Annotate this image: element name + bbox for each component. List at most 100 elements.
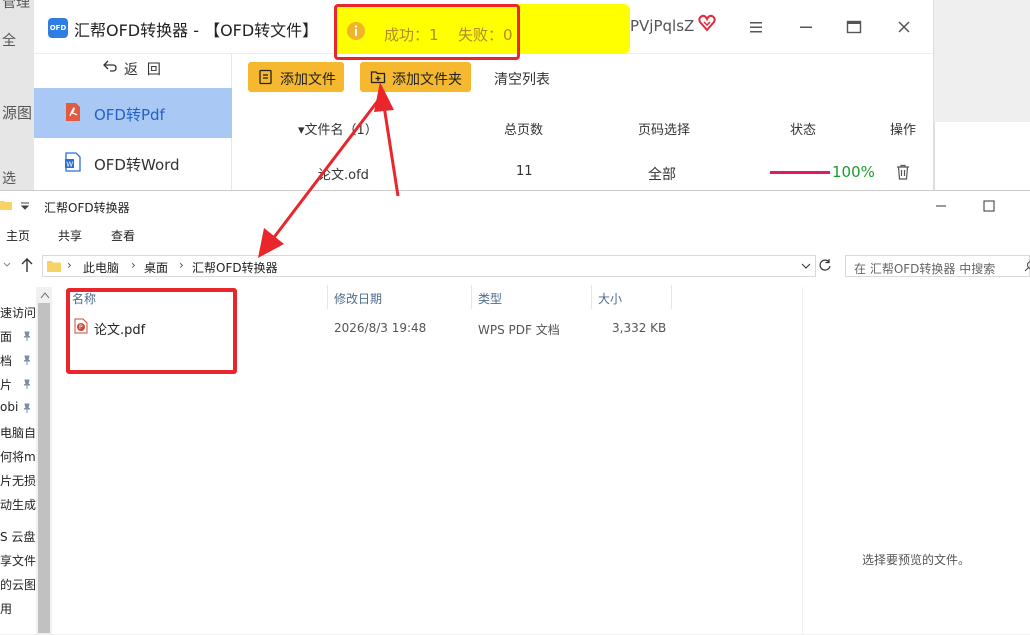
sidebar-item-label: OFD转Word xyxy=(94,154,180,175)
tab-view[interactable]: 查看 xyxy=(111,227,135,244)
explorer-titlebar: 汇帮OFD转换器 xyxy=(0,191,1030,221)
chevron-right-icon: › xyxy=(67,258,72,272)
page-count-cell: 11 xyxy=(516,164,533,179)
column-divider[interactable] xyxy=(327,285,328,309)
file-explorer-window: 汇帮OFD转换器 主页 共享 查看 › 此电脑 › 桌面 › 汇帮OFD转换器 … xyxy=(0,190,1030,634)
back-button[interactable]: 返 回 xyxy=(34,54,232,86)
column-header-page-select: 页码选择 xyxy=(638,119,690,138)
search-icon[interactable] xyxy=(1024,260,1030,272)
minimize-icon[interactable] xyxy=(796,17,816,37)
up-arrow-icon[interactable] xyxy=(20,257,34,273)
column-header-pages: 总页数 xyxy=(504,119,543,138)
column-header-type[interactable]: 类型 xyxy=(478,290,502,307)
chevron-right-icon: › xyxy=(131,258,136,272)
back-label: 返 回 xyxy=(124,59,161,79)
nav-item[interactable]: S 云盘 xyxy=(0,528,35,545)
column-divider[interactable] xyxy=(471,285,472,309)
column-header-status: 状态 xyxy=(790,119,816,138)
bg-text: 全 xyxy=(2,30,16,50)
nav-item[interactable]: 何将m xyxy=(0,448,36,465)
maximize-icon[interactable] xyxy=(844,17,864,37)
preview-placeholder: 选择要预览的文件。 xyxy=(862,551,970,568)
column-header-filename[interactable]: ▾文件名（1） xyxy=(298,119,378,138)
maximize-icon[interactable] xyxy=(982,199,996,213)
quick-access-dropdown-icon[interactable] xyxy=(20,201,30,211)
tab-home[interactable]: 主页 xyxy=(6,227,30,244)
chevron-down-icon[interactable] xyxy=(801,261,811,271)
breadcrumb-desktop[interactable]: 桌面 xyxy=(144,259,168,276)
explorer-title: 汇帮OFD转换器 xyxy=(44,199,130,216)
add-folder-icon xyxy=(370,69,386,85)
column-header-size[interactable]: 大小 xyxy=(598,290,622,307)
nav-item[interactable]: 享文件 xyxy=(0,552,36,569)
scroll-up-icon[interactable] xyxy=(40,291,50,299)
trash-icon[interactable] xyxy=(896,164,910,180)
nav-item[interactable]: 片无损 xyxy=(0,472,36,489)
nav-item[interactable]: 片 xyxy=(0,376,12,393)
nav-item[interactable]: 用 xyxy=(0,600,12,617)
app-title: 汇帮OFD转换器 - 【OFD转文件】 xyxy=(74,17,318,41)
add-folder-button[interactable]: 添加文件夹 xyxy=(360,62,471,92)
pin-icon xyxy=(22,403,32,413)
result-notice: 成功：1 失败：0 xyxy=(334,4,630,54)
address-row: › 此电脑 › 桌面 › 汇帮OFD转换器 在 汇帮OFD转换器 中搜索 xyxy=(0,249,1030,283)
nav-item[interactable]: obi xyxy=(0,400,18,414)
preview-pane-divider[interactable] xyxy=(802,287,803,635)
column-header-actions: 操作 xyxy=(890,119,916,138)
nav-item[interactable]: 面 xyxy=(0,328,12,345)
bg-text: 管理 xyxy=(2,0,30,12)
recent-locations-icon[interactable] xyxy=(2,260,12,270)
sidebar-item-ofd-to-word[interactable]: W OFD转Word xyxy=(34,138,232,188)
user-id: PVjPqlsZ xyxy=(630,17,694,35)
folder-icon xyxy=(47,259,61,273)
nav-item[interactable]: 速访问 xyxy=(0,304,36,321)
progress-fill xyxy=(770,171,830,174)
bg-text: 源图 xyxy=(2,102,32,123)
app-logo: OFD xyxy=(48,18,68,38)
file-date: 2026/8/3 19:48 xyxy=(334,321,426,335)
back-arrow-icon xyxy=(102,58,118,74)
refresh-icon[interactable] xyxy=(818,258,832,272)
vip-heart-icon[interactable] xyxy=(698,14,716,32)
add-file-button[interactable]: 添加文件 xyxy=(248,62,344,92)
nav-item[interactable]: 的云图 xyxy=(0,576,36,593)
search-input[interactable]: 在 汇帮OFD转换器 中搜索 xyxy=(845,255,1030,277)
bg-strip xyxy=(934,122,1030,190)
output-file-highlight-box xyxy=(66,288,237,374)
word-icon: W xyxy=(64,152,82,172)
pin-icon xyxy=(22,355,32,365)
breadcrumb-this-pc[interactable]: 此电脑 xyxy=(83,259,119,276)
progress-text: 100% xyxy=(832,163,875,181)
file-type: WPS PDF 文档 xyxy=(478,321,560,338)
nav-item[interactable]: 动生成 xyxy=(0,496,36,513)
sidebar-item-label: OFD转Pdf xyxy=(94,104,165,125)
menu-icon[interactable] xyxy=(746,17,766,37)
background-window-right xyxy=(934,0,1030,190)
sidebar: 返 回 OFD转Pdf W OFD转Word xyxy=(34,54,232,190)
nav-item[interactable]: 电脑自 xyxy=(0,424,36,441)
close-icon[interactable] xyxy=(894,17,914,37)
pin-icon xyxy=(22,379,32,389)
success-count: 成功：1 xyxy=(384,24,439,45)
add-file-icon xyxy=(258,69,274,85)
background-window-left: 管理 全 源图 选 xyxy=(0,0,34,190)
address-bar[interactable]: › 此电脑 › 桌面 › 汇帮OFD转换器 xyxy=(42,255,816,277)
folder-icon xyxy=(0,200,12,210)
add-file-label: 添加文件 xyxy=(280,69,336,89)
breadcrumb-folder[interactable]: 汇帮OFD转换器 xyxy=(192,259,278,276)
page-select-dropdown[interactable]: 全部 xyxy=(648,164,676,184)
column-divider[interactable] xyxy=(591,285,592,309)
tab-share[interactable]: 共享 xyxy=(58,227,82,244)
minimize-icon[interactable] xyxy=(934,199,948,213)
info-icon xyxy=(346,21,366,41)
nav-item[interactable]: 档 xyxy=(0,352,12,369)
column-header-date[interactable]: 修改日期 xyxy=(334,290,382,307)
file-size: 3,332 KB xyxy=(612,321,666,335)
column-divider[interactable] xyxy=(671,285,672,309)
progress-bar xyxy=(770,171,830,174)
clear-list-button[interactable]: 清空列表 xyxy=(494,69,550,89)
file-name-cell: 论文.ofd xyxy=(318,164,369,183)
scrollbar-thumb[interactable] xyxy=(38,303,50,633)
sidebar-item-ofd-to-pdf[interactable]: OFD转Pdf xyxy=(34,88,232,138)
search-placeholder: 在 汇帮OFD转换器 中搜索 xyxy=(854,260,995,277)
